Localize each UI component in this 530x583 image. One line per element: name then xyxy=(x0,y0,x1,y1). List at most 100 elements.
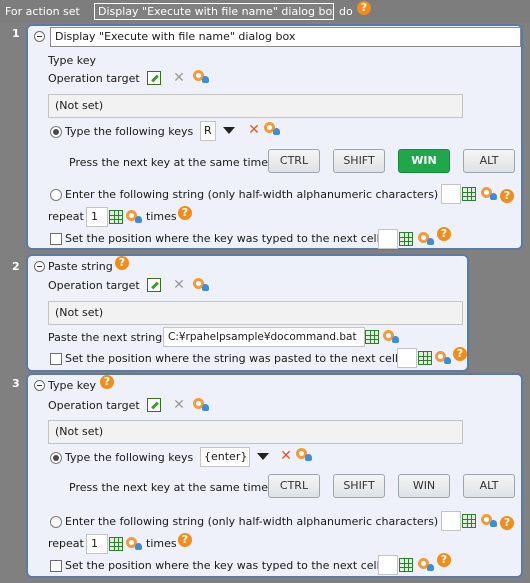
action-set-editor: For action set Display "Execute with fil… xyxy=(0,0,530,583)
radio-type-keys[interactable] xyxy=(50,452,62,464)
string-input[interactable] xyxy=(441,511,461,531)
step-type-label: Type key xyxy=(48,54,97,67)
radio-enter-string[interactable] xyxy=(50,516,62,528)
step-block-type-key: Type key ? Operation target ✕ (Not set) … xyxy=(26,373,523,578)
help-icon[interactable]: ? xyxy=(115,256,129,270)
target-person-icon[interactable] xyxy=(126,209,142,223)
paste-string-input[interactable]: C:¥rpahelpsample¥docommand.bat xyxy=(163,327,365,347)
radio-enter-string-label: Enter the following string (only half-wi… xyxy=(65,188,439,201)
spreadsheet-grid-icon[interactable] xyxy=(462,187,476,201)
help-icon[interactable]: ? xyxy=(178,533,192,547)
paste-label: Paste the next string xyxy=(48,331,163,344)
target-person-icon[interactable] xyxy=(264,121,280,135)
spreadsheet-grid-icon[interactable] xyxy=(418,351,432,365)
string-input[interactable] xyxy=(441,184,461,204)
times-label: times xyxy=(146,210,177,223)
key-shift-button[interactable]: SHIFT xyxy=(333,149,385,173)
repeat-label: repeat xyxy=(48,210,84,223)
spreadsheet-grid-icon[interactable] xyxy=(462,514,476,528)
press-keys-label: Press the next key at the same time xyxy=(69,156,269,169)
checkbox-next-cell-label: Set the position where the key was typed… xyxy=(65,232,380,245)
repeat-input[interactable]: 1 xyxy=(86,534,108,554)
target-value-field: (Not set) xyxy=(48,301,463,325)
help-icon[interactable]: ? xyxy=(437,227,451,241)
x-icon[interactable]: ✕ xyxy=(248,123,260,137)
checkbox-next-cell[interactable] xyxy=(50,560,62,572)
target-person-icon[interactable] xyxy=(193,397,209,411)
help-icon[interactable]: ? xyxy=(500,189,514,203)
x-icon[interactable]: ✕ xyxy=(280,449,292,463)
step-title-input[interactable]: Display "Execute with file name" dialog … xyxy=(50,27,521,47)
chevron-down-icon[interactable] xyxy=(223,127,235,134)
radio-enter-string[interactable] xyxy=(50,189,62,201)
key-shift-button[interactable]: SHIFT xyxy=(333,474,385,498)
edit-icon[interactable] xyxy=(147,398,161,412)
step-number: 3 xyxy=(12,377,20,390)
collapse-icon[interactable] xyxy=(34,261,45,272)
target-person-icon[interactable] xyxy=(481,186,497,200)
radio-enter-string-label: Enter the following string (only half-wi… xyxy=(65,515,439,528)
cell-input[interactable] xyxy=(397,348,417,368)
target-person-icon[interactable] xyxy=(481,513,497,527)
spreadsheet-grid-icon[interactable] xyxy=(109,537,123,551)
target-person-icon[interactable] xyxy=(193,69,209,83)
times-label: times xyxy=(146,537,177,550)
key-ctrl-button[interactable]: CTRL xyxy=(268,474,320,498)
checkbox-next-cell-label: Set the position where the key was typed… xyxy=(65,559,380,572)
target-person-icon[interactable] xyxy=(193,277,209,291)
repeat-input[interactable]: 1 xyxy=(86,207,108,227)
target-value-field: (Not set) xyxy=(48,420,463,444)
target-person-icon[interactable] xyxy=(435,350,451,364)
step-block-paste-string: Paste string ? Operation target ✕ (Not s… xyxy=(26,254,469,372)
operation-target-label: Operation target xyxy=(48,399,140,412)
action-set-header: For action set Display "Execute with fil… xyxy=(0,0,530,22)
operation-target-label: Operation target xyxy=(48,72,140,85)
spreadsheet-grid-icon[interactable] xyxy=(399,558,413,572)
step-number: 1 xyxy=(12,27,20,40)
spreadsheet-grid-icon[interactable] xyxy=(365,330,379,344)
help-icon[interactable]: ? xyxy=(178,206,192,220)
target-person-icon[interactable] xyxy=(296,447,312,461)
radio-type-keys-label: Type the following keys xyxy=(65,125,194,138)
collapse-icon[interactable] xyxy=(34,380,45,391)
cell-input[interactable] xyxy=(378,555,398,575)
spreadsheet-grid-icon[interactable] xyxy=(109,210,123,224)
x-icon[interactable]: ✕ xyxy=(173,278,185,292)
key-alt-button[interactable]: ALT xyxy=(463,149,515,173)
target-person-icon[interactable] xyxy=(418,231,434,245)
radio-type-keys[interactable] xyxy=(50,126,62,138)
key-win-button[interactable]: WIN xyxy=(398,474,450,498)
chevron-down-icon[interactable] xyxy=(257,453,269,460)
help-icon[interactable]: ? xyxy=(453,347,467,361)
x-icon[interactable]: ✕ xyxy=(173,71,185,85)
help-icon[interactable]: ? xyxy=(437,553,451,567)
header-suffix: do xyxy=(339,5,353,18)
checkbox-next-cell[interactable] xyxy=(50,233,62,245)
spreadsheet-grid-icon[interactable] xyxy=(399,232,413,246)
repeat-label: repeat xyxy=(48,537,84,550)
operation-target-label: Operation target xyxy=(48,279,140,292)
edit-icon[interactable] xyxy=(147,278,161,292)
header-prefix: For action set xyxy=(5,5,80,18)
help-icon[interactable]: ? xyxy=(100,375,114,389)
key-select[interactable]: {enter} xyxy=(200,447,250,467)
target-person-icon[interactable] xyxy=(418,557,434,571)
key-win-button[interactable]: WIN xyxy=(398,149,450,173)
help-icon[interactable]: ? xyxy=(500,516,514,530)
target-person-icon[interactable] xyxy=(383,329,399,343)
x-icon[interactable]: ✕ xyxy=(173,398,185,412)
collapse-icon[interactable] xyxy=(34,31,45,42)
press-keys-label: Press the next key at the same time xyxy=(69,481,269,494)
key-select[interactable]: R xyxy=(200,121,216,141)
checkbox-next-cell-label: Set the position where the string was pa… xyxy=(65,352,398,365)
key-ctrl-button[interactable]: CTRL xyxy=(268,149,320,173)
radio-type-keys-label: Type the following keys xyxy=(65,451,194,464)
cell-input[interactable] xyxy=(378,229,398,249)
edit-icon[interactable] xyxy=(147,71,161,85)
key-alt-button[interactable]: ALT xyxy=(463,474,515,498)
action-set-name-field[interactable]: Display "Execute with file name" dialog … xyxy=(94,3,334,20)
help-icon[interactable]: ? xyxy=(357,1,371,15)
step-block-type-key: Display "Execute with file name" dialog … xyxy=(26,24,523,250)
checkbox-next-cell[interactable] xyxy=(50,353,62,365)
target-person-icon[interactable] xyxy=(126,536,142,550)
